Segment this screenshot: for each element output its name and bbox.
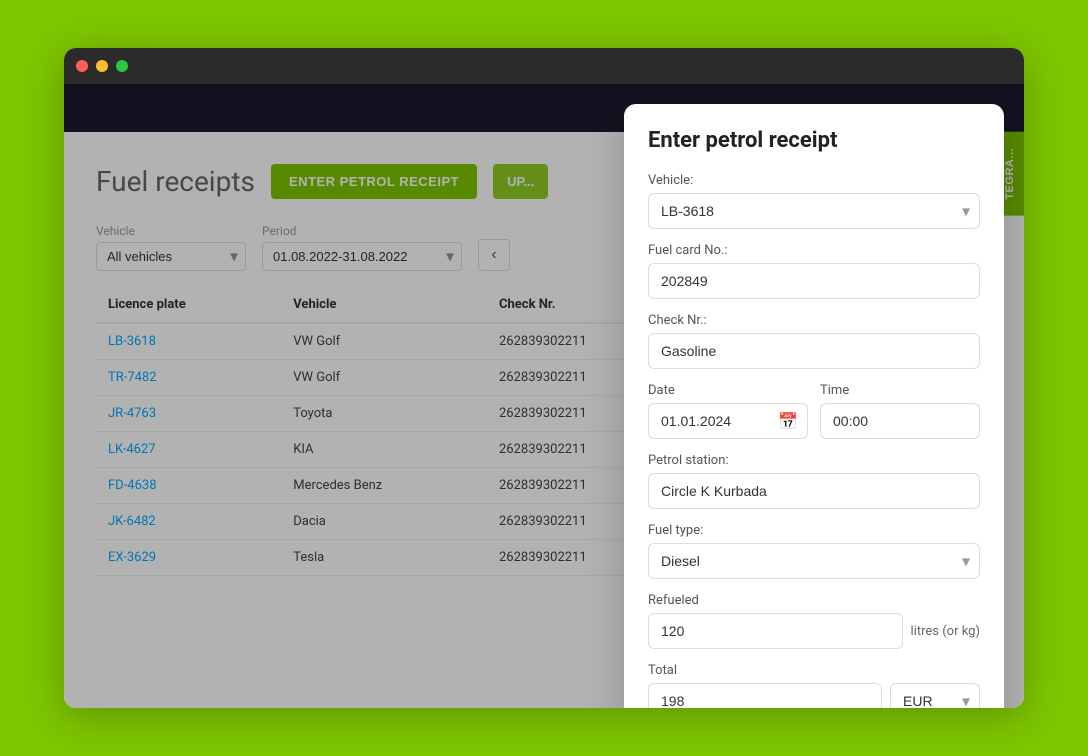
minimize-dot[interactable] bbox=[96, 60, 108, 72]
total-label: Total bbox=[648, 663, 980, 678]
station-input[interactable] bbox=[648, 473, 980, 509]
refueled-label: Refueled bbox=[648, 593, 980, 608]
time-input[interactable] bbox=[820, 403, 980, 439]
fuel-type-label: Fuel type: bbox=[648, 523, 980, 538]
check-label: Check Nr.: bbox=[648, 313, 980, 328]
fuel-type-form-group: Fuel type: Diesel Gasoline bbox=[648, 523, 980, 579]
date-label: Date bbox=[648, 383, 808, 398]
date-input[interactable] bbox=[648, 403, 808, 439]
total-form-group: Total EUR USD bbox=[648, 663, 980, 708]
date-input-wrapper: 📅 bbox=[648, 403, 808, 439]
fuel-type-select-wrapper: Diesel Gasoline bbox=[648, 543, 980, 579]
station-label: Petrol station: bbox=[648, 453, 980, 468]
date-form-group: Date 📅 bbox=[648, 383, 808, 439]
check-form-group: Check Nr.: Gasoline bbox=[648, 313, 980, 369]
check-input[interactable]: Gasoline bbox=[648, 333, 980, 369]
refueled-inline-group: litres (or kg) bbox=[648, 613, 980, 649]
total-input[interactable] bbox=[648, 683, 882, 708]
refueled-unit: litres (or kg) bbox=[911, 624, 980, 639]
maximize-dot[interactable] bbox=[116, 60, 128, 72]
enter-petrol-receipt-modal: Enter petrol receipt Vehicle: LB-3618 Fu… bbox=[624, 104, 1004, 708]
date-time-row: Date 📅 Time bbox=[648, 383, 980, 453]
fuel-card-label: Fuel card No.: bbox=[648, 243, 980, 258]
refueled-form-group: Refueled litres (or kg) bbox=[648, 593, 980, 649]
vehicle-label: Vehicle: bbox=[648, 173, 980, 188]
time-label: Time bbox=[820, 383, 980, 398]
currency-select-wrapper: EUR USD bbox=[890, 683, 980, 708]
browser-chrome bbox=[64, 48, 1024, 84]
vehicle-select-wrapper: LB-3618 bbox=[648, 193, 980, 229]
fuel-card-input[interactable]: 202849 bbox=[648, 263, 980, 299]
total-inline-group: EUR USD bbox=[648, 683, 980, 708]
fuel-card-form-group: Fuel card No.: 202849 bbox=[648, 243, 980, 299]
vehicle-form-group: Vehicle: LB-3618 bbox=[648, 173, 980, 229]
vehicle-select[interactable]: LB-3618 bbox=[648, 193, 980, 229]
fuel-type-select[interactable]: Diesel Gasoline bbox=[648, 543, 980, 579]
modal-title: Enter petrol receipt bbox=[648, 128, 980, 153]
station-form-group: Petrol station: bbox=[648, 453, 980, 509]
close-dot[interactable] bbox=[76, 60, 88, 72]
modal-overlay: Enter petrol receipt Vehicle: LB-3618 Fu… bbox=[64, 84, 1024, 708]
currency-select[interactable]: EUR USD bbox=[890, 683, 980, 708]
time-form-group: Time bbox=[820, 383, 980, 439]
refueled-input[interactable] bbox=[648, 613, 903, 649]
